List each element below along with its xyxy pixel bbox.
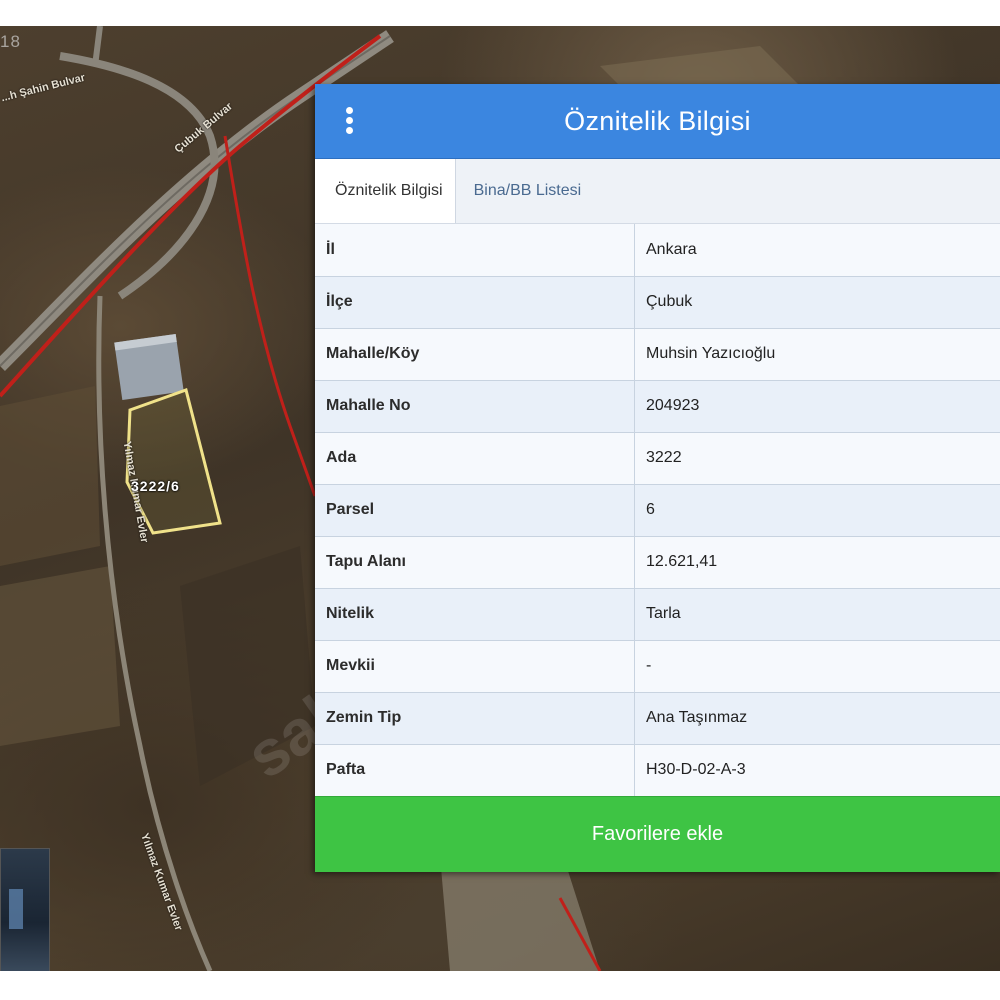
table-row: Tapu Alanı 12.621,41	[315, 536, 1000, 589]
attribute-table: İl Ankara İlçe Çubuk Mahalle/Köy Muhsin Yaz…	[315, 224, 1000, 797]
table-row: Nitelik Tarla	[315, 588, 1000, 641]
row-key: Nitelik	[315, 588, 635, 641]
table-row: Parsel 6	[315, 484, 1000, 537]
row-key: İlçe	[315, 276, 635, 329]
tab-attribute-info[interactable]: Öznitelik Bilgisi	[315, 159, 456, 223]
row-key: İl	[315, 224, 635, 277]
table-row: İl Ankara	[315, 224, 1000, 277]
row-key: Mahalle/Köy	[315, 328, 635, 381]
table-row: Mahalle No 204923	[315, 380, 1000, 433]
tab-building-list[interactable]: Bina/BB Listesi	[456, 159, 596, 223]
map-coordinate-text: 18	[0, 32, 21, 51]
row-key: Parsel	[315, 484, 635, 537]
row-value: Muhsin Yazıcıoğlu	[634, 328, 1000, 381]
row-value: -	[634, 640, 1000, 693]
parcel-label: 3222/6	[131, 478, 180, 494]
row-value: Ankara	[634, 224, 1000, 277]
row-value: Çubuk	[634, 276, 1000, 329]
tab-bar: Öznitelik Bilgisi Bina/BB Listesi	[315, 159, 1000, 224]
attribute-panel: Öznitelik Bilgisi Öznitelik Bilgisi Bina…	[315, 84, 1000, 872]
map-thumbnail[interactable]	[0, 848, 50, 971]
row-value: 3222	[634, 432, 1000, 485]
table-row: İlçe Çubuk	[315, 276, 1000, 329]
table-row: Ada 3222	[315, 432, 1000, 485]
row-value: 6	[634, 484, 1000, 537]
table-row: Mevkii -	[315, 640, 1000, 693]
row-key: Ada	[315, 432, 635, 485]
row-key: Mevkii	[315, 640, 635, 693]
row-value: 12.621,41	[634, 536, 1000, 589]
row-value: 204923	[634, 380, 1000, 433]
add-to-favorites-button[interactable]: Favorilere ekle	[315, 796, 1000, 872]
panel-title: Öznitelik Bilgisi	[564, 105, 751, 136]
table-row: Zemin Tip Ana Taşınmaz	[315, 692, 1000, 745]
table-row: Mahalle/Köy Muhsin Yazıcıoğlu	[315, 328, 1000, 381]
row-key: Zemin Tip	[315, 692, 635, 745]
row-value: H30-D-02-A-3	[634, 744, 1000, 797]
row-key: Tapu Alanı	[315, 536, 635, 589]
more-vertical-icon[interactable]	[337, 104, 361, 138]
row-key: Pafta	[315, 744, 635, 797]
table-row: Pafta H30-D-02-A-3	[315, 744, 1000, 797]
row-value: Ana Taşınmaz	[634, 692, 1000, 745]
row-value: Tarla	[634, 588, 1000, 641]
panel-header: Öznitelik Bilgisi	[315, 84, 1000, 159]
row-key: Mahalle No	[315, 380, 635, 433]
